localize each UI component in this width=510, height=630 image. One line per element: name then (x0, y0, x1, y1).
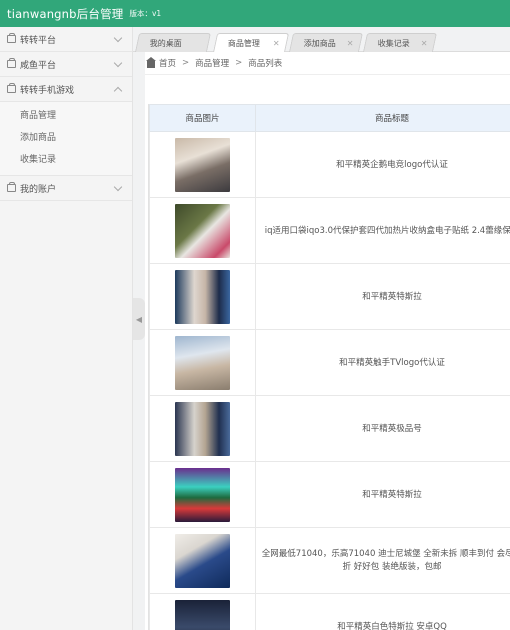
top-header: tianwangnb后台管理 版本：v1 (0, 0, 510, 27)
sidebar-menu-label: 我的账户 (20, 184, 57, 195)
table-row: 和平精英特斯拉 (149, 263, 510, 330)
product-title: 和平精英特斯拉 (255, 461, 510, 528)
tab-label: 收集记录 (377, 38, 410, 48)
briefcase-icon (7, 58, 16, 68)
table-row: 和平精英特斯拉 (149, 461, 510, 528)
product-title: 和平精英特斯拉 (255, 263, 510, 330)
sidebar-collapse-handle[interactable]: ◀ (133, 298, 145, 340)
tab-product-manage[interactable]: 商品管理 ✕ (212, 33, 290, 53)
product-thumbnail[interactable] (175, 335, 230, 390)
sidebar-menu-xianyu[interactable]: 咸鱼平台 (0, 52, 132, 77)
product-thumbnail[interactable] (175, 137, 230, 192)
chevron-up-icon (113, 86, 123, 96)
main-content: 首页 > 商品管理 > 商品列表 商品图片 商品标题 和平精英企鹅电竞logo代… (145, 52, 510, 630)
tab-label: 添加商品 (303, 38, 336, 48)
sidebar-menu-mobile-games[interactable]: 转转手机游戏 (0, 77, 132, 102)
product-thumbnail[interactable] (175, 533, 230, 588)
tab-my-desktop[interactable]: 我的桌面 (134, 33, 212, 52)
table-row: 和平精英白色特斯拉 安卓QQ (149, 593, 510, 630)
product-title: 全网最低71040，乐高71040 迪士尼城堡 全新未拆 顺丰到付 会尽量折 好… (255, 527, 510, 594)
app-title: tianwangnb后台管理 (7, 6, 124, 21)
close-icon[interactable]: ✕ (421, 39, 428, 48)
product-title: iq适用口袋iqo3.0代保护套四代加热片收纳盒电子贴纸 2.4蕾缘保护 (255, 197, 510, 264)
breadcrumb-product-manage[interactable]: 商品管理 (195, 57, 229, 69)
chevron-down-icon (113, 58, 123, 68)
table-row: 和平精英企鹅电竞logo代认证 (149, 131, 510, 198)
briefcase-icon (7, 33, 16, 43)
product-title: 和平精英触手TVlogo代认证 (255, 329, 510, 396)
chevron-down-icon (113, 182, 123, 192)
sidebar-item-product-manage[interactable]: 商品管理 (0, 105, 132, 127)
column-header-title: 商品标题 (255, 104, 510, 132)
sidebar-menu-label: 咸鱼平台 (20, 60, 57, 71)
sidebar-menu-my-account[interactable]: 我的账户 (0, 176, 132, 201)
product-title: 和平精英白色特斯拉 安卓QQ (255, 593, 510, 630)
table-header-row: 商品图片 商品标题 (149, 104, 510, 132)
product-title: 和平精英企鹅电竞logo代认证 (255, 131, 510, 198)
breadcrumb-separator: > (182, 58, 190, 68)
product-table: 商品图片 商品标题 和平精英企鹅电竞logo代认证 iq适用口袋iqo3.0代保… (149, 104, 510, 630)
product-thumbnail[interactable] (175, 467, 230, 522)
tab-collect-records[interactable]: 收集记录 ✕ (362, 33, 438, 52)
briefcase-icon (7, 182, 16, 192)
home-icon (146, 56, 156, 68)
tab-label: 我的桌面 (149, 38, 182, 48)
briefcase-icon (7, 83, 16, 93)
chevron-down-icon (113, 33, 123, 43)
tab-bar: 我的桌面 商品管理 ✕ 添加商品 ✕ 收集记录 ✕ (133, 27, 510, 53)
product-thumbnail[interactable] (175, 269, 230, 324)
chevron-left-icon: ◀ (135, 314, 143, 324)
sidebar-item-add-product[interactable]: 添加商品 (0, 127, 132, 149)
version-label: 版本：v1 (129, 9, 162, 18)
sidebar-submenu: 商品管理 添加商品 收集记录 (0, 102, 132, 176)
product-thumbnail[interactable] (175, 599, 230, 630)
breadcrumb-home[interactable]: 首页 (159, 57, 176, 69)
tab-add-product[interactable]: 添加商品 ✕ (288, 33, 364, 52)
table-row: 和平精英极品号 (149, 395, 510, 462)
product-table-wrapper[interactable]: 商品图片 商品标题 和平精英企鹅电竞logo代认证 iq适用口袋iqo3.0代保… (148, 104, 510, 630)
product-thumbnail[interactable] (175, 401, 230, 456)
close-icon[interactable]: ✕ (273, 39, 280, 48)
close-icon[interactable]: ✕ (347, 39, 354, 48)
table-row: iq适用口袋iqo3.0代保护套四代加热片收纳盒电子贴纸 2.4蕾缘保护 (149, 197, 510, 264)
sidebar-menu-label: 转转平台 (20, 35, 57, 46)
breadcrumb-product-list: 商品列表 (248, 59, 283, 69)
sidebar-menu-label: 转转手机游戏 (20, 85, 75, 96)
product-title: 和平精英极品号 (255, 395, 510, 462)
breadcrumb: 首页 > 商品管理 > 商品列表 (145, 52, 510, 75)
table-row: 全网最低71040，乐高71040 迪士尼城堡 全新未拆 顺丰到付 会尽量折 好… (149, 527, 510, 594)
tab-label: 商品管理 (227, 39, 260, 48)
sidebar: 转转平台 咸鱼平台 转转手机游戏 商品管理 添加商品 收集记录 我的账户 (0, 27, 133, 630)
sidebar-item-collect-records[interactable]: 收集记录 (0, 149, 132, 171)
table-row: 和平精英触手TVlogo代认证 (149, 329, 510, 396)
product-thumbnail[interactable] (175, 203, 230, 258)
breadcrumb-separator: > (235, 58, 243, 68)
column-header-image: 商品图片 (149, 104, 256, 132)
sidebar-menu-zhuanzhuan[interactable]: 转转平台 (0, 27, 132, 52)
